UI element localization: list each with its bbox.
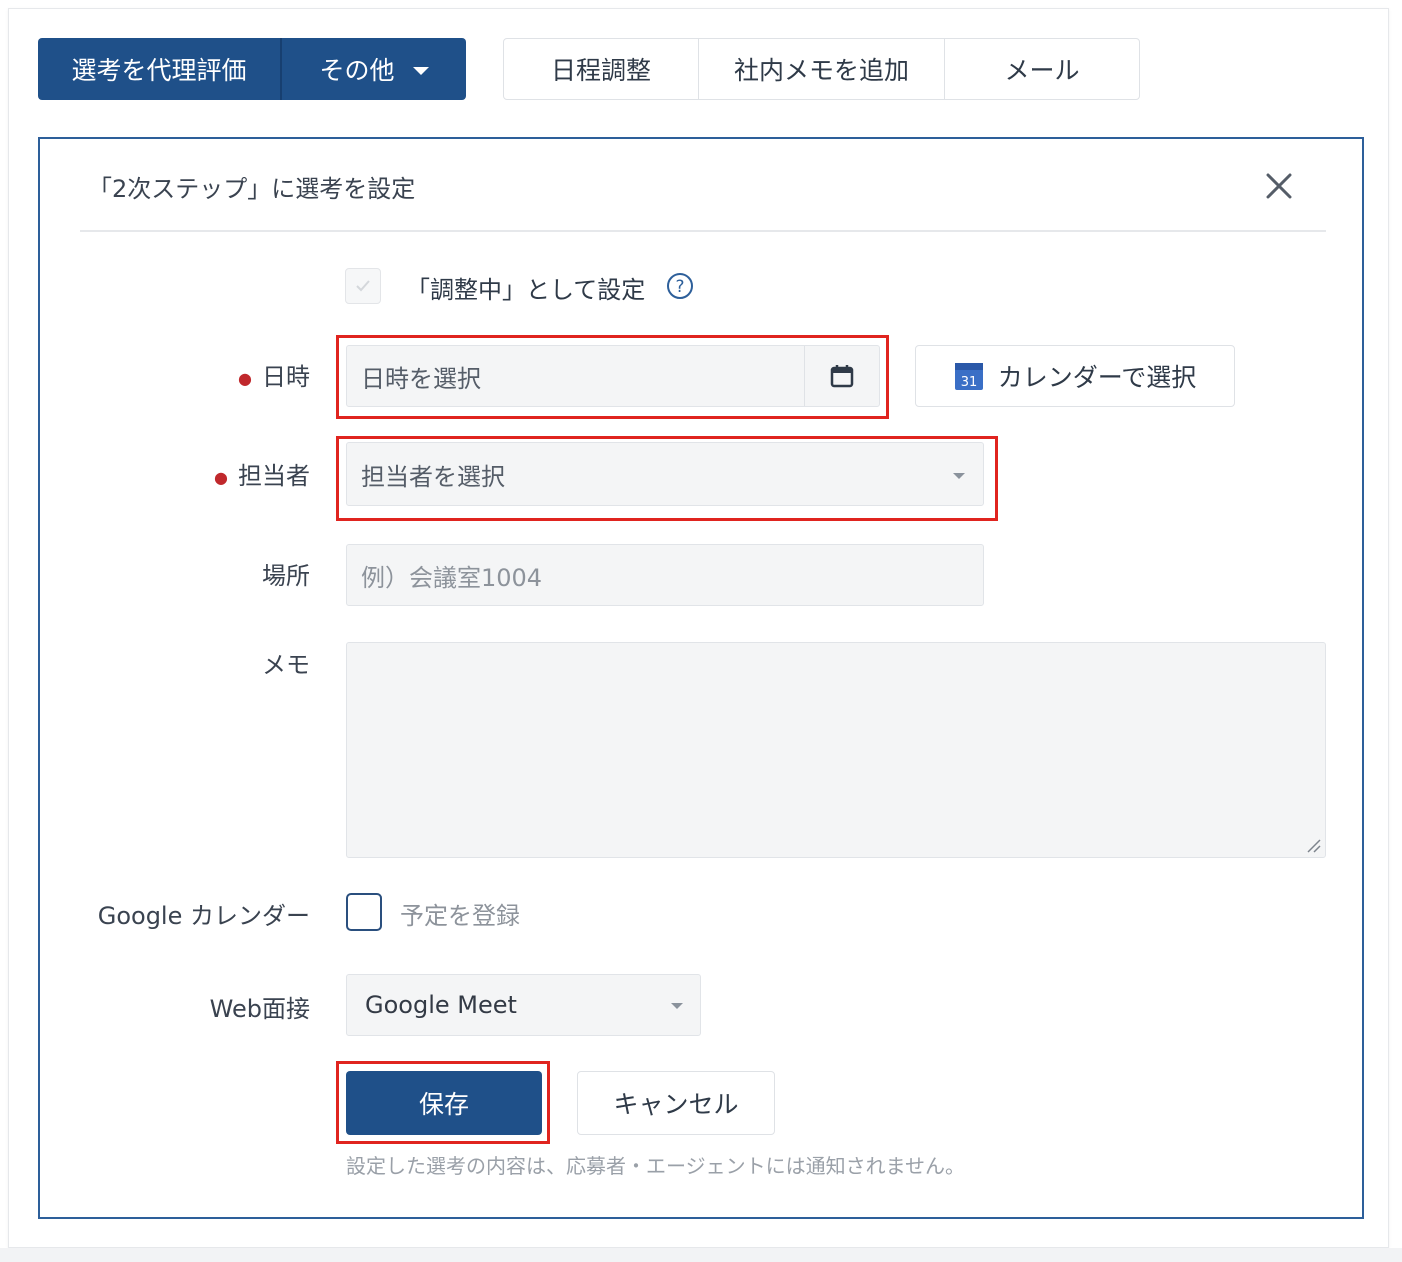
place-placeholder: 例）会議室1004 — [361, 563, 543, 592]
page-bottom-strip — [0, 1248, 1402, 1262]
chevron-down-icon — [953, 473, 965, 479]
place-input[interactable]: 例）会議室1004 — [346, 544, 984, 606]
panel-title: 「2次ステップ」に選考を設定 — [88, 175, 416, 203]
selection-panel: 「2次ステップ」に選考を設定 「調整中」として設定 ? ● 日時 日時を選択 31… — [38, 137, 1364, 1219]
primary-button-group: 選考を代理評価 その他 — [38, 38, 466, 100]
chevron-down-icon — [412, 67, 429, 75]
person-label-text: 担当者 — [238, 462, 310, 490]
gcal-label: Google カレンダー — [97, 902, 310, 930]
datetime-label-text: 日時 — [262, 363, 310, 391]
person-label: ● 担当者 — [40, 456, 310, 491]
memo-label: メモ — [262, 651, 310, 679]
other-button-label: その他 — [319, 56, 395, 85]
cancel-button-label: キャンセル — [613, 1090, 739, 1119]
add-memo-button-label: 社内メモを追加 — [733, 56, 909, 85]
save-button-label: 保存 — [418, 1090, 469, 1119]
datetime-placeholder: 日時を選択 — [361, 364, 481, 393]
save-button[interactable]: 保存 — [346, 1071, 542, 1135]
calendar-select-label: カレンダーで選択 — [997, 363, 1197, 392]
schedule-button-label: 日程調整 — [550, 56, 651, 85]
add-memo-button[interactable]: 社内メモを追加 — [699, 39, 945, 99]
other-dropdown-button[interactable]: その他 — [282, 38, 466, 100]
google-calendar-icon: 31 — [954, 363, 983, 390]
gcal-register-checkbox[interactable] — [346, 893, 382, 931]
person-placeholder: 担当者を選択 — [361, 462, 505, 491]
required-dot: ● — [214, 467, 228, 487]
panel-divider — [80, 230, 1326, 232]
schedule-button[interactable]: 日程調整 — [504, 39, 699, 99]
adjusting-label: 「調整中」として設定 — [406, 276, 646, 304]
mail-button-label: メール — [1004, 56, 1080, 85]
web-interview-label: Web面接 — [209, 995, 310, 1023]
evaluate-button-label: 選考を代理評価 — [71, 56, 247, 85]
svg-text:31: 31 — [960, 375, 977, 390]
help-icon[interactable]: ? — [666, 272, 694, 300]
web-interview-value: Google Meet — [365, 991, 517, 1019]
evaluate-button[interactable]: 選考を代理評価 — [38, 38, 282, 100]
chevron-down-icon — [671, 1003, 683, 1009]
place-label: 場所 — [262, 562, 310, 590]
calendar-icon — [830, 365, 854, 388]
memo-textarea[interactable] — [346, 642, 1326, 858]
required-dot: ● — [238, 368, 252, 388]
svg-text:?: ? — [675, 277, 684, 297]
person-select[interactable]: 担当者を選択 — [346, 442, 984, 506]
datetime-picker-button[interactable] — [804, 346, 879, 406]
resize-grip-icon[interactable] — [1305, 837, 1321, 853]
notification-footnote: 設定した選考の内容は、応募者・エージェントには通知されません。 — [346, 1154, 965, 1178]
datetime-label: ● 日時 — [40, 357, 310, 392]
datetime-input[interactable]: 日時を選択 — [346, 345, 880, 407]
web-interview-select[interactable]: Google Meet — [346, 974, 701, 1036]
cancel-button[interactable]: キャンセル — [577, 1071, 775, 1135]
check-icon — [356, 280, 370, 292]
close-icon[interactable] — [1262, 169, 1296, 203]
secondary-button-group: 日程調整 社内メモを追加 メール — [503, 38, 1140, 100]
mail-button[interactable]: メール — [945, 39, 1139, 99]
adjusting-checkbox[interactable] — [345, 268, 381, 304]
calendar-select-button[interactable]: 31 カレンダーで選択 — [915, 345, 1235, 407]
gcal-register-label: 予定を登録 — [400, 902, 520, 930]
